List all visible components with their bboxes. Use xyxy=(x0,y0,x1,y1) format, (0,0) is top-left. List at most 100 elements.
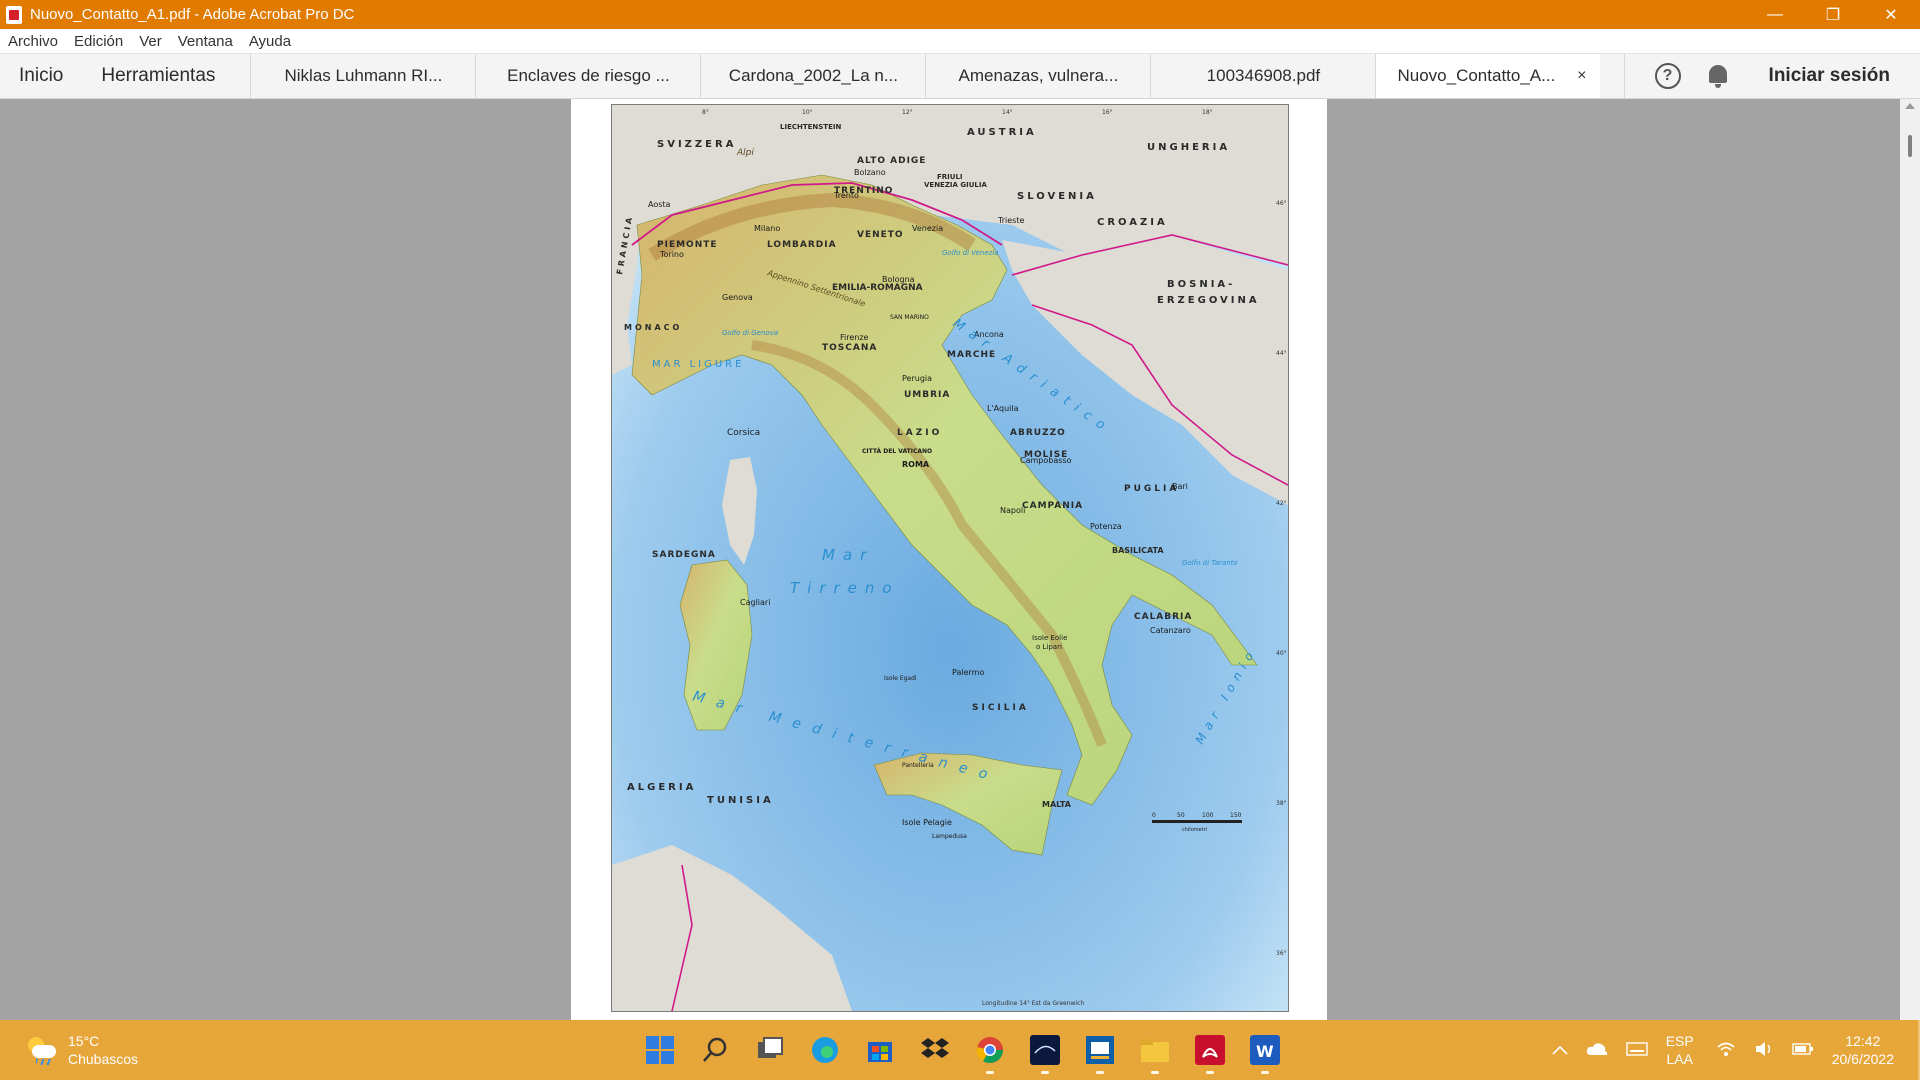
start-windows-icon[interactable] xyxy=(640,1030,680,1070)
document-tab[interactable]: Enclaves de riesgo ... xyxy=(475,54,700,98)
island-eolie-1: Isole Eolie xyxy=(1032,634,1067,642)
document-tab[interactable]: Niklas Luhmann RI... xyxy=(250,54,475,98)
scale-unit: chilometri xyxy=(1182,827,1207,833)
language-indicator[interactable]: ESP LAA xyxy=(1666,1032,1694,1068)
tools-tab[interactable]: Herramientas xyxy=(82,54,250,98)
tab-close-icon[interactable]: × xyxy=(1577,67,1586,85)
taskbar-apps: W xyxy=(640,1030,1300,1074)
scroll-up-arrow-icon[interactable] xyxy=(1905,103,1915,109)
running-indicator xyxy=(1096,1071,1104,1074)
notifications-bell-icon[interactable] xyxy=(1707,63,1729,89)
scale-tick: 150 xyxy=(1230,812,1242,819)
clock-time: 12:42 xyxy=(1845,1033,1881,1049)
document-tab-active[interactable]: Nuovo_Contatto_A... × xyxy=(1375,54,1601,98)
scrollbar-thumb[interactable] xyxy=(1908,135,1912,157)
label-alpi: Alpi xyxy=(736,148,754,158)
city-vaticano: CITTÀ DEL VATICANO xyxy=(862,448,932,455)
label-bosnia-2: ERZEGOVINA xyxy=(1157,295,1260,306)
acrobat-window: Nuovo_Contatto_A1.pdf - Adobe Acrobat Pr… xyxy=(0,0,1920,1080)
acrobat-taskbar-icon[interactable] xyxy=(1190,1030,1230,1074)
city-milano: Milano xyxy=(754,224,780,233)
wifi-icon[interactable] xyxy=(1716,1041,1736,1060)
document-tab-label: Cardona_2002_La n... xyxy=(728,66,898,85)
running-indicator xyxy=(1151,1071,1159,1074)
window-controls: — ❐ ✕ xyxy=(1746,0,1920,29)
acrobat-pdf-icon xyxy=(6,5,22,24)
microsoft-store-icon[interactable] xyxy=(860,1030,900,1070)
label-piemonte: PIEMONTE xyxy=(657,240,718,250)
label-svizzera: SVIZZERA xyxy=(657,139,736,150)
menu-archivo[interactable]: Archivo xyxy=(8,33,58,50)
chrome-icon[interactable] xyxy=(970,1030,1010,1074)
label-basilicata: BASILICATA xyxy=(1112,546,1164,555)
golfo-genova: Golfo di Genova xyxy=(722,329,778,337)
document-tab[interactable]: 100346908.pdf xyxy=(1150,54,1375,98)
label-sicilia: SICILIA xyxy=(972,703,1029,713)
document-tab[interactable]: Cardona_2002_La n... xyxy=(700,54,925,98)
label-toscana: TOSCANA xyxy=(822,343,877,353)
show-hidden-icons-chevron-icon[interactable] xyxy=(1552,1042,1568,1058)
title-bar: Nuovo_Contatto_A1.pdf - Adobe Acrobat Pr… xyxy=(0,0,1920,29)
city-potenza: Potenza xyxy=(1090,522,1122,531)
minimize-button[interactable]: — xyxy=(1746,0,1804,29)
clock[interactable]: 12:42 20/6/2022 xyxy=(1832,1032,1894,1068)
disney-plus-icon[interactable] xyxy=(1025,1030,1065,1074)
city-campobasso: Campobasso xyxy=(1020,456,1072,465)
weather-widget[interactable]: 15°C Chubascos xyxy=(26,1032,138,1068)
label-monaco: MONACO xyxy=(624,323,682,332)
city-firenze: Firenze xyxy=(840,333,869,342)
document-tab[interactable]: Amenazas, vulnera... xyxy=(925,54,1150,98)
menu-edicion[interactable]: Edición xyxy=(74,33,123,50)
document-viewer[interactable]: SVIZZERA AUSTRIA UNGHERIA SLOVENIA CROAZ… xyxy=(0,99,1920,1020)
city-napoli: Napoli xyxy=(1000,506,1025,515)
label-ungheria: UNGHERIA xyxy=(1147,142,1230,153)
vertical-scrollbar[interactable] xyxy=(1900,99,1920,1020)
label-slovenia: SLOVENIA xyxy=(1017,191,1097,202)
home-tab[interactable]: Inicio xyxy=(0,54,82,98)
golfo-venezia: Golfo di Venezia xyxy=(942,249,999,257)
lon-tick: 12° xyxy=(902,109,913,116)
dropbox-icon[interactable] xyxy=(915,1030,955,1070)
island-egadi: Isole Egadi xyxy=(884,675,917,682)
lat-tick: 36° xyxy=(1276,950,1287,957)
label-tunisia: TUNISIA xyxy=(707,795,774,806)
signin-button[interactable]: Iniciar sesión xyxy=(1769,65,1890,87)
app-monitor-icon[interactable] xyxy=(1080,1030,1120,1074)
lat-tick: 38° xyxy=(1276,800,1287,807)
scale-tick: 0 xyxy=(1152,812,1156,819)
menu-ver[interactable]: Ver xyxy=(139,33,162,50)
language-code: ESP xyxy=(1665,1033,1694,1049)
sea-ligure: MAR LIGURE xyxy=(652,359,744,370)
city-trieste: Trieste xyxy=(997,216,1024,225)
restore-button[interactable]: ❐ xyxy=(1804,0,1862,29)
keyboard-icon[interactable] xyxy=(1625,1041,1648,1059)
file-explorer-icon[interactable] xyxy=(1135,1030,1175,1074)
battery-icon[interactable] xyxy=(1792,1042,1814,1059)
tab-bar: Inicio Herramientas Niklas Luhmann RI...… xyxy=(0,54,1920,99)
onedrive-cloud-icon[interactable] xyxy=(1586,1042,1608,1059)
label-croazia: CROAZIA xyxy=(1097,217,1168,228)
document-tab-label: 100346908.pdf xyxy=(1206,66,1321,85)
running-indicator xyxy=(1206,1071,1214,1074)
city-aosta: Aosta xyxy=(648,200,671,209)
lat-tick: 40° xyxy=(1276,650,1287,657)
golfo-taranto: Golfo di Taranto xyxy=(1182,559,1238,567)
document-tab-label: Amenazas, vulnera... xyxy=(958,66,1119,85)
word-icon[interactable]: W xyxy=(1245,1030,1285,1074)
weather-description: Chubascos xyxy=(68,1051,139,1067)
help-icon[interactable]: ? xyxy=(1654,63,1681,89)
menu-ayuda[interactable]: Ayuda xyxy=(249,33,291,50)
menu-ventana[interactable]: Ventana xyxy=(178,33,233,50)
scale-tick: 100 xyxy=(1202,812,1214,819)
island-lampedusa: Lampedusa xyxy=(932,833,967,840)
right-tools: ? Iniciar sesión xyxy=(1623,54,1920,98)
weather-temperature: 15°C xyxy=(68,1033,100,1049)
label-emilia-romagna: EMILIA-ROMAGNA xyxy=(832,283,923,293)
close-button[interactable]: ✕ xyxy=(1862,0,1920,29)
volume-icon[interactable] xyxy=(1754,1041,1774,1060)
city-palermo: Palermo xyxy=(952,668,984,677)
task-view-icon[interactable] xyxy=(750,1030,790,1070)
edge-browser-icon[interactable] xyxy=(805,1030,845,1070)
search-icon[interactable] xyxy=(695,1030,735,1070)
running-indicator xyxy=(1041,1071,1049,1074)
